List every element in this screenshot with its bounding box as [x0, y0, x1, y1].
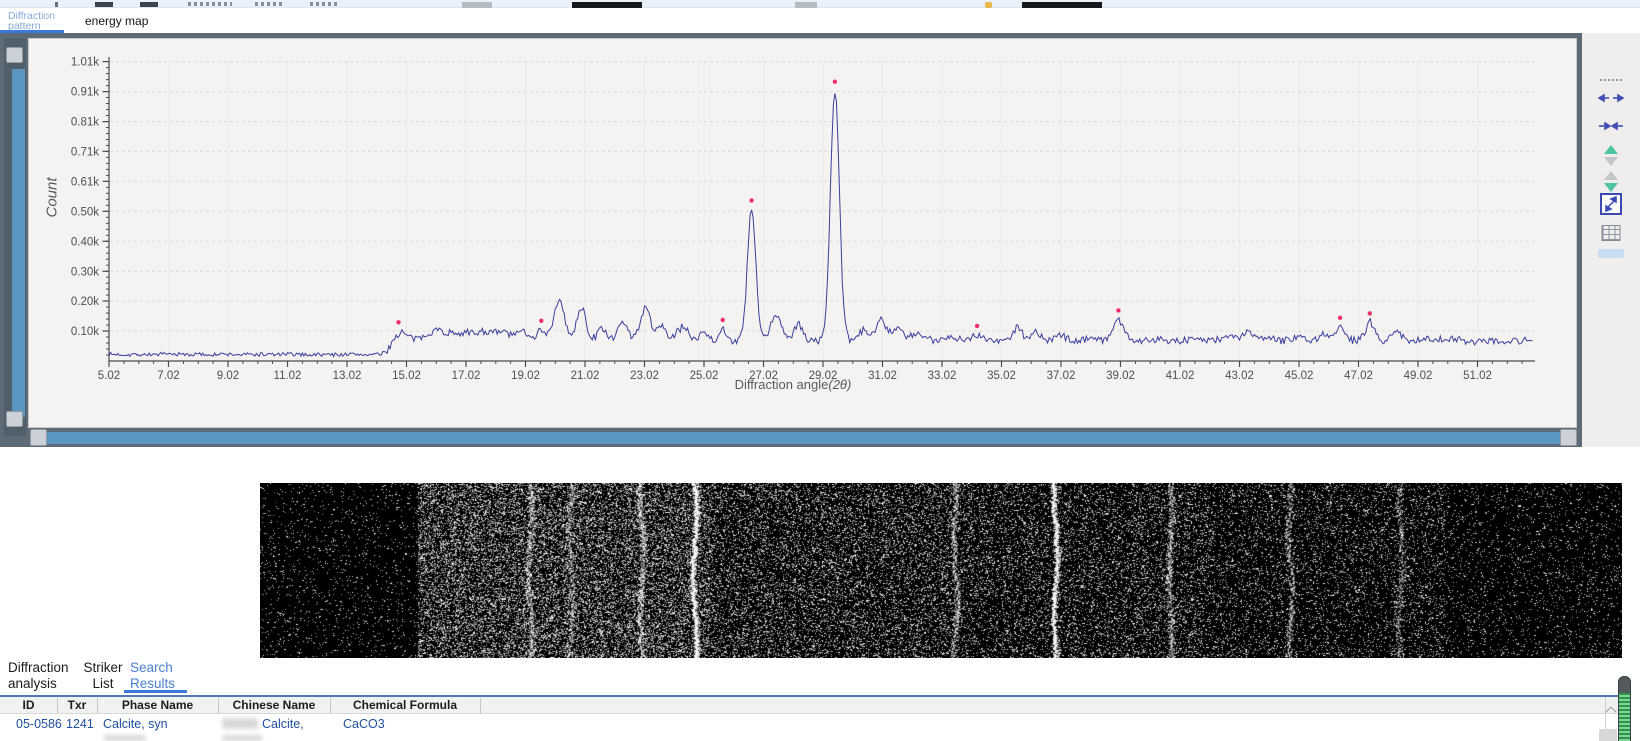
tab-energy-map[interactable]: energy map — [85, 14, 148, 28]
drag-handle-icon[interactable] — [1600, 79, 1622, 81]
table-row-partial[interactable] — [0, 735, 1622, 741]
peak-marker — [975, 324, 979, 328]
svg-text:0.50k: 0.50k — [71, 206, 99, 218]
green-scrollbar[interactable] — [1618, 676, 1631, 741]
svg-text:0.40k: 0.40k — [71, 236, 99, 248]
plot-area[interactable]: 0.10k 0.20k 0.30k 0.40k 0.50k 0.61k 0.71k 0.81k… — [28, 38, 1577, 428]
toolbar-fragment — [140, 2, 158, 7]
peak-marker — [539, 319, 543, 323]
peak-marker — [833, 80, 837, 84]
svg-text:1.01k: 1.01k — [71, 57, 99, 69]
svg-text:0.81k: 0.81k — [71, 117, 99, 129]
results-table: ID Txr Phase Name Chinese Name Chemical … — [0, 695, 1640, 741]
peak-marker — [1368, 311, 1372, 315]
toolbar-fragment — [55, 2, 58, 7]
svg-text:0.10k: 0.10k — [71, 326, 99, 338]
x-range-slider[interactable] — [14, 429, 1578, 447]
move-up-icon[interactable] — [1604, 145, 1618, 166]
scrollbar-corner — [1599, 729, 1617, 741]
tab-search-results[interactable]: Search Results — [130, 660, 192, 692]
right-toolbar — [1582, 33, 1640, 447]
fullscreen-icon[interactable] — [1600, 193, 1622, 215]
lower-section: Diffraction analysis Striker List Search… — [0, 447, 1640, 741]
partial-panel-icon — [1598, 249, 1624, 258]
cell-txr: 1241 — [66, 716, 94, 732]
cell-chemical-formula: CaCO3 — [343, 716, 385, 732]
green-scrollbar-cap — [1619, 677, 1630, 693]
column-header-id[interactable]: ID — [0, 698, 57, 713]
cell-phase-name: Calcite, syn — [103, 716, 168, 732]
y-range-slider-handle-bottom[interactable] — [6, 411, 23, 427]
y-axis-title: Count — [44, 153, 61, 243]
peak-marker — [396, 320, 400, 324]
data-grid-icon[interactable] — [1602, 225, 1621, 241]
toolbar-fragment — [95, 2, 113, 7]
x-axis-title-text: Diffraction angle — [735, 377, 829, 392]
y-range-slider-handle-top[interactable] — [6, 47, 23, 63]
toolbar-fragment — [255, 2, 285, 6]
svg-text:0.61k: 0.61k — [71, 176, 99, 188]
x-range-slider-handle-right[interactable] — [1560, 429, 1577, 446]
toolbar-fragment — [188, 2, 232, 6]
peak-marker — [1116, 308, 1120, 312]
green-scrollbar-thumb — [1619, 693, 1630, 741]
y-range-slider[interactable] — [4, 38, 26, 436]
tab-diffraction-analysis[interactable]: Diffraction analysis — [8, 660, 80, 692]
cell-id: 05-0586 — [16, 716, 62, 732]
detector-image — [260, 483, 1622, 658]
chart-panel: 0.10k 0.20k 0.30k 0.40k 0.50k 0.61k 0.71k 0.81k… — [0, 33, 1582, 447]
table-row[interactable]: 05-0586 1241 Calcite, syn Calcite, CaCO3 — [0, 715, 1622, 733]
svg-text:0.91k: 0.91k — [71, 87, 99, 99]
obscured-text — [222, 718, 258, 729]
peak-marker — [1338, 316, 1342, 320]
move-down-icon[interactable] — [1604, 171, 1618, 192]
collapse-horizontal-icon[interactable] — [1598, 119, 1624, 133]
tab-striker-list[interactable]: Striker List — [80, 660, 126, 692]
svg-text:0.20k: 0.20k — [71, 296, 99, 308]
active-tab-underline — [124, 690, 187, 693]
x-axis-title-suffix: (2θ) — [828, 377, 851, 392]
table-header-row: ID Txr Phase Name Chinese Name Chemical … — [0, 697, 1622, 714]
cell-chinese-name: Calcite, — [262, 716, 304, 732]
expand-horizontal-icon[interactable] — [1598, 91, 1624, 105]
svg-text:0.30k: 0.30k — [71, 266, 99, 278]
top-toolbar-cropped — [0, 0, 1640, 8]
column-header-phase-name[interactable]: Phase Name — [97, 698, 218, 713]
top-tab-bar: Diffraction pattern energy map — [0, 8, 1640, 33]
column-header-txr[interactable]: Txr — [57, 698, 97, 713]
x-range-slider-bar[interactable] — [47, 432, 1574, 444]
diffraction-trace — [109, 94, 1533, 357]
y-range-slider-bar[interactable] — [12, 69, 25, 417]
svg-text:0.71k: 0.71k — [71, 146, 99, 158]
peak-marker — [749, 198, 753, 202]
tab-diffraction-pattern[interactable]: Diffraction pattern — [8, 11, 78, 31]
diffraction-pattern-chart: 0.10k 0.20k 0.30k 0.40k 0.50k 0.61k 0.71k 0.81k… — [29, 39, 1576, 427]
toolbar-fragment — [310, 2, 340, 6]
column-header-chinese-name[interactable]: Chinese Name — [218, 698, 330, 713]
x-axis-title: Diffraction angle(2θ) — [29, 377, 1557, 392]
x-range-slider-handle-left[interactable] — [30, 429, 47, 446]
column-header-chemical-formula[interactable]: Chemical Formula — [330, 698, 480, 713]
peak-marker — [721, 318, 725, 322]
